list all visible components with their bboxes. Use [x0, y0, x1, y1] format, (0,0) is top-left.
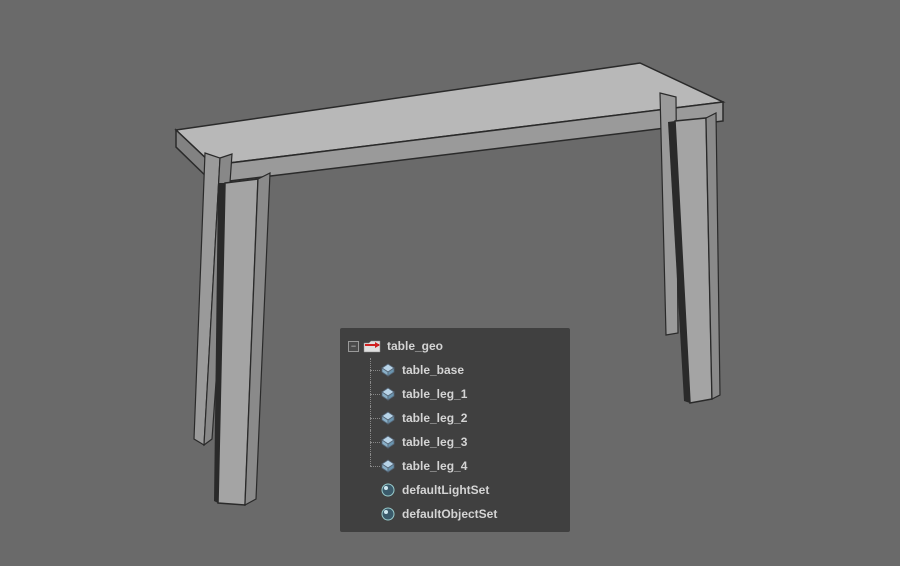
node-label: table_leg_4	[402, 459, 467, 473]
tree-connector	[360, 358, 380, 382]
mesh-icon	[380, 458, 396, 474]
outliner-item-table-base[interactable]: table_base	[344, 358, 566, 382]
expand-collapse-icon[interactable]: −	[348, 341, 359, 352]
outliner-item-table-geo[interactable]: − table_geo	[344, 334, 566, 358]
tree-connector	[360, 430, 380, 454]
node-label: table_base	[402, 363, 464, 377]
set-icon	[380, 482, 396, 498]
outliner-item-default-object-set[interactable]: defaultObjectSet	[344, 502, 566, 526]
viewport-3d[interactable]: − table_geo table_base table_l	[0, 0, 900, 566]
outliner-item-default-light-set[interactable]: defaultLightSet	[344, 478, 566, 502]
set-icon	[380, 506, 396, 522]
node-label: defaultObjectSet	[402, 507, 497, 521]
outliner-item-table-leg-2[interactable]: table_leg_2	[344, 406, 566, 430]
tree-spacer	[360, 502, 380, 526]
tree-connector	[360, 382, 380, 406]
group-icon	[363, 338, 381, 354]
mesh-icon	[380, 386, 396, 402]
outliner-item-table-leg-1[interactable]: table_leg_1	[344, 382, 566, 406]
node-label: defaultLightSet	[402, 483, 489, 497]
node-label: table_leg_3	[402, 435, 467, 449]
tree-connector	[360, 406, 380, 430]
node-label: table_leg_1	[402, 387, 467, 401]
tree-connector	[360, 454, 380, 478]
node-label: table_leg_2	[402, 411, 467, 425]
outliner-item-table-leg-4[interactable]: table_leg_4	[344, 454, 566, 478]
mesh-icon	[380, 434, 396, 450]
outliner-panel[interactable]: − table_geo table_base table_l	[340, 328, 570, 532]
outliner-item-table-leg-3[interactable]: table_leg_3	[344, 430, 566, 454]
mesh-icon	[380, 410, 396, 426]
tree-spacer	[360, 478, 380, 502]
mesh-icon	[380, 362, 396, 378]
node-label: table_geo	[387, 339, 443, 353]
